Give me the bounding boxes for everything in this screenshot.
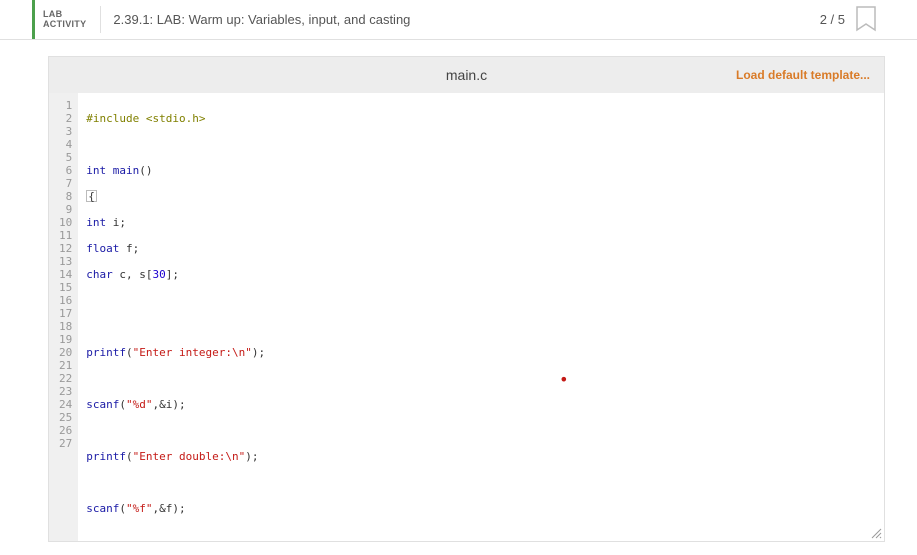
code-token: "%d" [126, 398, 153, 411]
code-token: ( [119, 398, 126, 411]
line-number: 24 [59, 398, 72, 411]
cursor-indicator: { [86, 190, 97, 202]
code-line [86, 138, 876, 151]
code-area[interactable]: #include <stdio.h> int main() { int i; f… [78, 93, 884, 541]
code-line [86, 424, 876, 437]
line-number: 7 [59, 177, 72, 190]
line-number: 10 [59, 216, 72, 229]
code-token: ]; [166, 268, 179, 281]
code-token: ); [252, 346, 265, 359]
editor-tabbar: main.c Load default template... [49, 57, 884, 93]
code-token: ( [119, 502, 126, 515]
line-number: 22 [59, 372, 72, 385]
line-number: 19 [59, 333, 72, 346]
code-line [86, 372, 876, 385]
line-number: 4 [59, 138, 72, 151]
line-number: 26 [59, 424, 72, 437]
activity-header: LAB ACTIVITY 2.39.1: LAB: Warm up: Varia… [0, 0, 917, 40]
code-line [86, 476, 876, 489]
line-number: 11 [59, 229, 72, 242]
code-token: ( [126, 346, 133, 359]
code-token: int [86, 216, 106, 229]
line-number: 5 [59, 151, 72, 164]
line-number: 8 [59, 190, 72, 203]
score-wrap: 2 / 5 [820, 0, 917, 39]
code-token: float [86, 242, 119, 255]
line-number: 16 [59, 294, 72, 307]
line-number: 20 [59, 346, 72, 359]
line-number: 12 [59, 242, 72, 255]
code-line [86, 294, 876, 307]
line-number: 14 [59, 268, 72, 281]
code-token: ,&i); [153, 398, 186, 411]
activity-title: 2.39.1: LAB: Warm up: Variables, input, … [101, 0, 819, 39]
code-line [86, 320, 876, 333]
line-number: 25 [59, 411, 72, 424]
code-token: ( [126, 450, 133, 463]
line-number: 9 [59, 203, 72, 216]
code-token: ); [245, 450, 258, 463]
score-text: 2 / 5 [820, 12, 845, 27]
line-number: 17 [59, 307, 72, 320]
line-number: 6 [59, 164, 72, 177]
line-number: 2 [59, 112, 72, 125]
code-token: main [113, 164, 140, 177]
code-token: "Enter integer:\n" [133, 346, 252, 359]
code-line [86, 528, 876, 541]
line-number: 13 [59, 255, 72, 268]
line-number: 1 [59, 99, 72, 112]
code-token: printf [86, 450, 126, 463]
code-token: printf [86, 346, 126, 359]
code-token: 30 [153, 268, 166, 281]
code-token: i; [106, 216, 126, 229]
code-token: scanf [86, 398, 119, 411]
bookmark-icon[interactable] [855, 6, 877, 34]
lab-badge-line2: ACTIVITY [43, 20, 86, 30]
code-token: char [86, 268, 113, 281]
line-number: 18 [59, 320, 72, 333]
error-marker-icon: • [559, 376, 569, 384]
code-token [106, 164, 113, 177]
page-root: LAB ACTIVITY 2.39.1: LAB: Warm up: Varia… [0, 0, 917, 555]
line-number: 3 [59, 125, 72, 138]
line-number: 23 [59, 385, 72, 398]
code-token: "%f" [126, 502, 153, 515]
code-token: scanf [86, 502, 119, 515]
code-token: () [139, 164, 152, 177]
code-token: f; [119, 242, 139, 255]
code-token: int [86, 164, 106, 177]
code-pane[interactable]: 1234567891011121314151617181920212223242… [49, 93, 884, 541]
load-default-template-link[interactable]: Load default template... [736, 68, 870, 82]
line-gutter: 1234567891011121314151617181920212223242… [49, 93, 78, 541]
code-token: "Enter double:\n" [133, 450, 246, 463]
lab-activity-badge: LAB ACTIVITY [32, 0, 100, 39]
code-token: c, s[ [113, 268, 153, 281]
resize-handle-icon[interactable] [870, 527, 882, 539]
line-number: 27 [59, 437, 72, 450]
code-line: #include <stdio.h> [86, 112, 205, 125]
editor-card: main.c Load default template... 12345678… [48, 56, 885, 542]
line-number: 15 [59, 281, 72, 294]
code-token: ,&f); [153, 502, 186, 515]
line-number: 21 [59, 359, 72, 372]
